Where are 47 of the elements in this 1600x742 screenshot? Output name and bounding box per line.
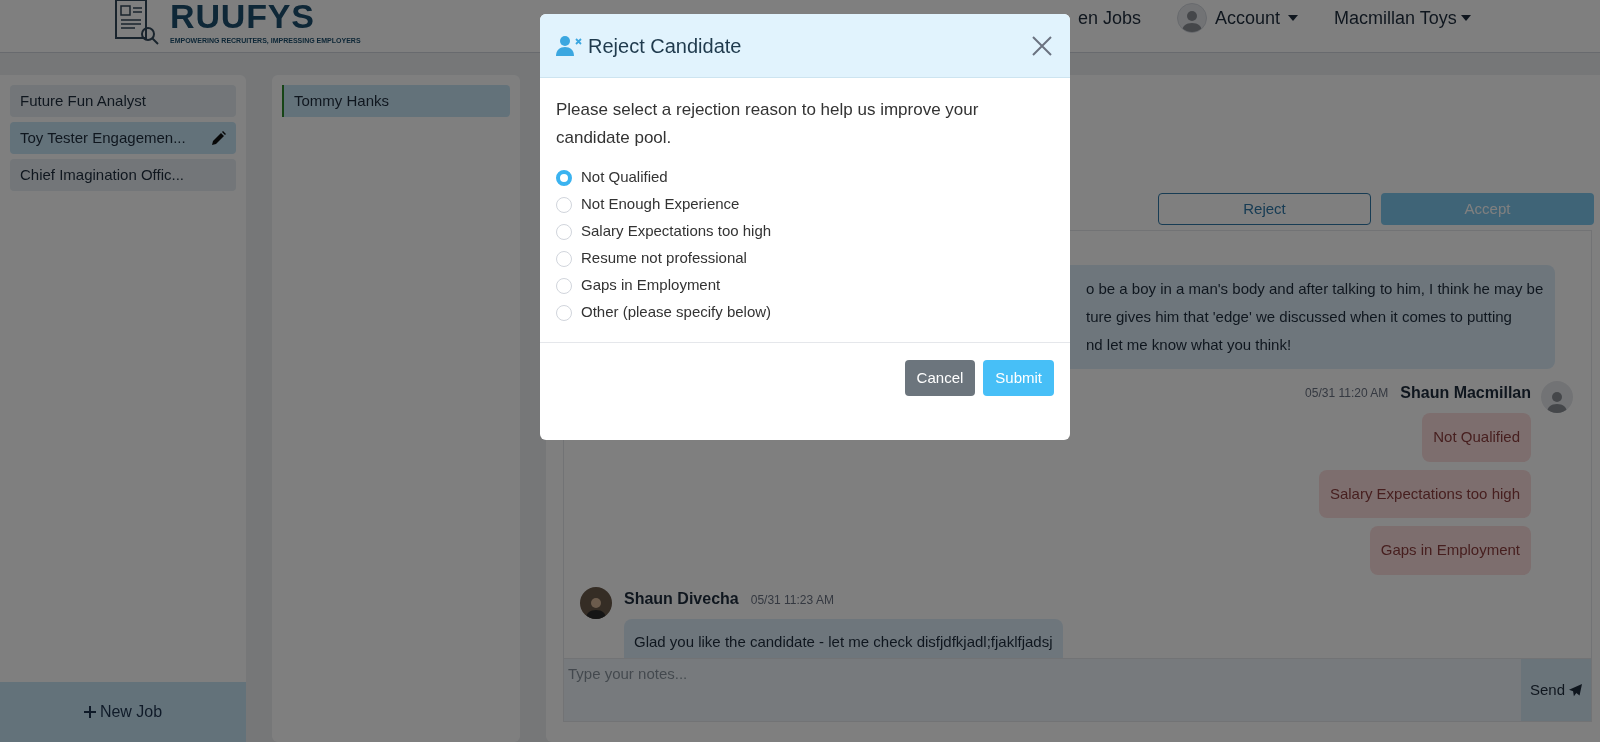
avatar-icon — [1177, 3, 1208, 33]
job-item[interactable]: Chief Imagination Offic... — [10, 159, 236, 191]
send-icon — [1569, 683, 1582, 697]
modal-title: Reject Candidate — [588, 33, 742, 59]
radio-button[interactable] — [556, 196, 572, 213]
radio-button[interactable] — [556, 277, 572, 294]
radio-option[interactable]: Gaps in Employment — [556, 272, 1054, 299]
caret-icon — [1288, 15, 1299, 21]
modal-prompt: Please select a rejection reason to help us improve your candidate pool. — [556, 99, 980, 149]
message-line: ture gives him that 'edge' we discussed when it comes to putting — [1086, 307, 1513, 327]
radio-option[interactable]: Salary Expectations too high — [556, 218, 1054, 245]
account-menu[interactable]: Account — [1215, 4, 1299, 32]
message-bubble: Glad you like the candidate - let me check disfjdfkjadl;fjaklfjadsj — [624, 618, 1063, 658]
send-button[interactable]: Send — [1521, 659, 1591, 721]
cancel-button[interactable]: Cancel — [904, 360, 976, 396]
reason-bubble: Salary Expectations too high — [1318, 469, 1531, 518]
radio-button[interactable] — [556, 250, 572, 267]
candidate-item[interactable]: Tommy Hanks — [282, 85, 510, 117]
nav-link[interactable]: en Jobs — [1078, 4, 1142, 32]
new-job-button[interactable]: New Job — [0, 682, 246, 742]
avatar-icon — [1541, 381, 1573, 413]
company-menu[interactable]: Macmillan Toys — [1334, 4, 1471, 32]
job-item[interactable]: Future Fun Analyst — [10, 85, 236, 117]
message-line: nd let me know what you think! — [1086, 335, 1293, 355]
plus-icon — [83, 706, 96, 718]
job-item[interactable]: Toy Tester Engagemen... — [10, 122, 236, 154]
message-time: 05/31 11:23 AM — [750, 591, 834, 609]
reason-bubble: Not Qualified — [1422, 413, 1531, 462]
author-name: Shaun Divecha — [624, 588, 739, 609]
reject-button[interactable]: Reject — [1158, 193, 1371, 225]
message-line: o be a boy in a man's body and after talking to him, I think he may be — [1086, 279, 1545, 299]
user-remove-icon — [556, 34, 584, 57]
radio-option[interactable]: Other (please specify below) — [556, 299, 1054, 326]
logo-text: RUUFYS — [170, 0, 316, 33]
radio-button[interactable] — [556, 169, 572, 186]
author-name: Shaun Macmillan — [1400, 383, 1531, 403]
radio-option[interactable]: Not Qualified — [556, 164, 1054, 191]
reason-bubble: Gaps in Employment — [1369, 526, 1531, 575]
close-button[interactable] — [1030, 33, 1054, 58]
pencil-icon — [212, 131, 226, 145]
radio-option[interactable]: Not Enough Experience — [556, 191, 1054, 218]
avatar-icon — [580, 586, 612, 619]
radio-button[interactable] — [556, 304, 572, 321]
radio-option[interactable]: Resume not professional — [556, 245, 1054, 272]
message-time: 05/31 11:20 AM — [1305, 385, 1389, 402]
radio-button[interactable] — [556, 223, 572, 240]
caret-icon — [1460, 15, 1471, 21]
